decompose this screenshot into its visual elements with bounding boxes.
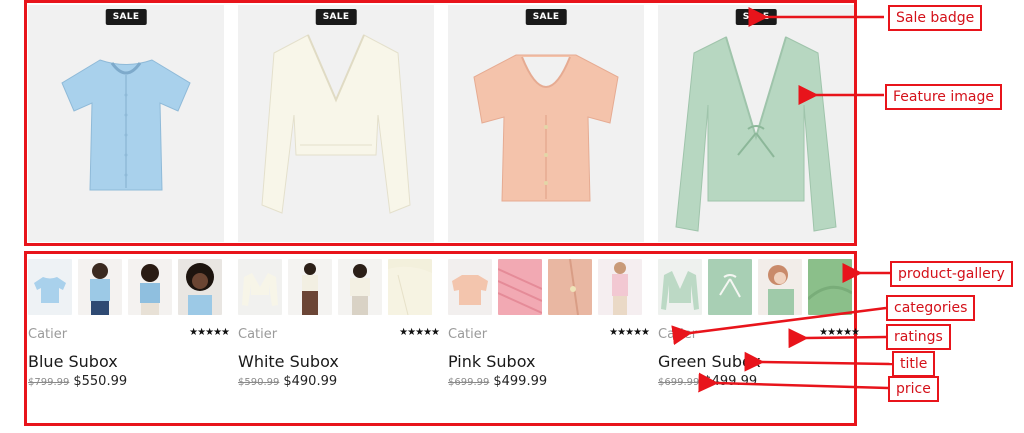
annotation-ratings: ratings	[886, 324, 951, 350]
arrow-ratings	[788, 328, 887, 349]
annotation-feature-image: Feature image	[885, 84, 1002, 110]
annotation-price: price	[888, 376, 939, 402]
annotation-arrows	[671, 7, 893, 393]
annotation-categories: categories	[886, 295, 976, 321]
arrow-price	[698, 372, 889, 393]
arrow-categories	[671, 306, 887, 346]
annotation-sale-badge: Sale badge	[888, 5, 983, 31]
arrow-title	[744, 351, 893, 372]
annotation-product-gallery: product-gallery	[890, 261, 1013, 287]
annotation-title: title	[892, 351, 936, 377]
